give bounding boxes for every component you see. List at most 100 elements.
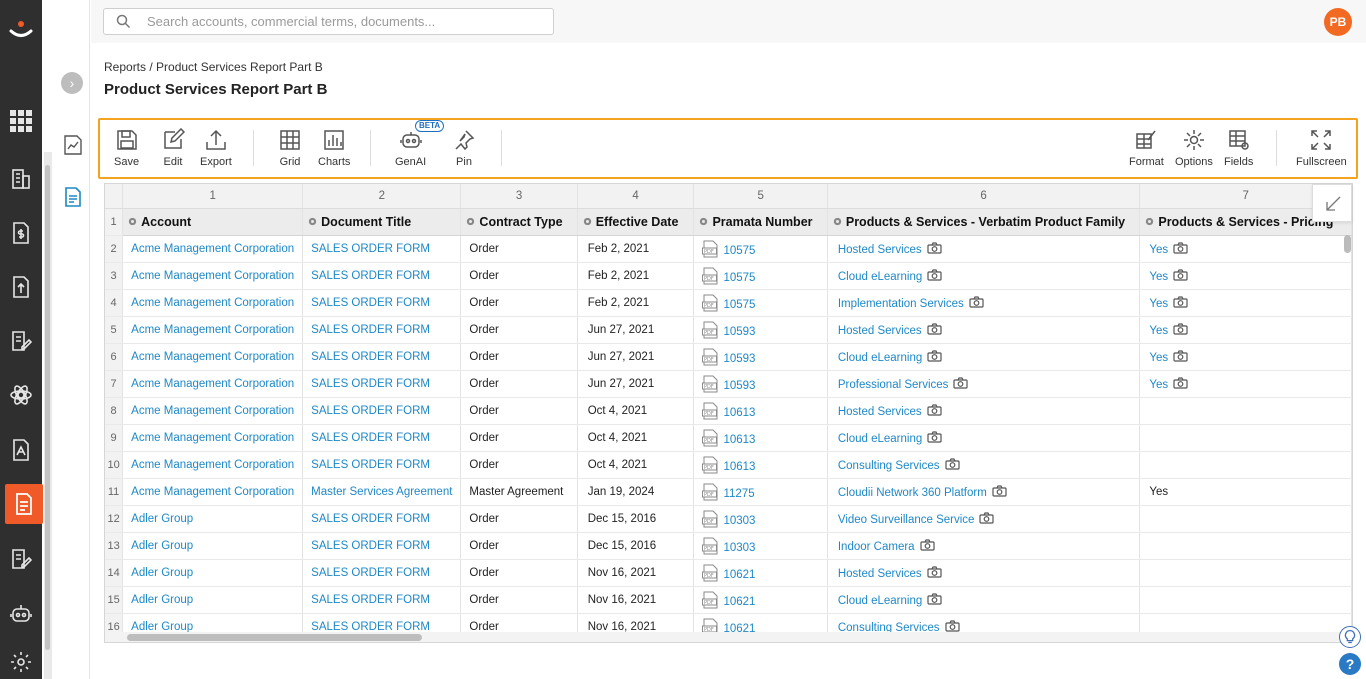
vertical-scrollbar[interactable] [1343,235,1352,635]
pricing-value[interactable]: Yes [1149,298,1168,310]
camera-icon[interactable] [926,403,942,416]
document-title-link[interactable]: SALES ORDER FORM [311,324,430,336]
account-link[interactable]: Acme Management Corporation [131,432,294,444]
table-row[interactable]: 13 Adler Group SALES ORDER FORM Order Dec 15… [105,532,1352,560]
table-row[interactable]: 10 Acme Management Corporation SALES ORDER… [105,451,1352,479]
table-row[interactable]: 11 Acme Management Corporation Master Serv… [105,478,1352,506]
pramata-number-link[interactable]: 10575 [723,299,755,311]
search-box[interactable] [103,8,554,35]
pricing-value[interactable]: Yes [1149,325,1168,337]
pricing-value[interactable]: Yes [1149,244,1168,256]
account-link[interactable]: Acme Management Corporation [131,297,294,309]
pin-button[interactable]: Pin [452,128,476,168]
document-title-link[interactable]: SALES ORDER FORM [311,243,430,255]
grid-button[interactable]: Grid [278,128,302,168]
document-title-link[interactable]: SALES ORDER FORM [311,351,430,363]
format-button[interactable]: Format [1129,128,1164,168]
pdf-icon[interactable]: PDF [702,348,719,366]
product-link[interactable]: Cloud eLearning [838,352,922,364]
document-title-link[interactable]: SALES ORDER FORM [311,540,430,552]
document-title-link[interactable]: SALES ORDER FORM [311,405,430,417]
lightbulb-icon[interactable] [1339,626,1361,648]
camera-icon[interactable] [926,565,942,578]
horizontal-scrollbar[interactable] [105,632,1343,642]
breadcrumb[interactable]: Reports / Product Services Report Part B [104,60,323,74]
account-link[interactable]: Acme Management Corporation [131,270,294,282]
table-row[interactable]: 7 Acme Management Corporation SALES ORDER … [105,370,1352,398]
product-link[interactable]: Video Surveillance Service [838,514,975,526]
column-number[interactable]: 2 [302,184,462,209]
building-icon[interactable] [9,167,33,191]
column-number[interactable]: 5 [693,184,828,209]
pramata-number-link[interactable]: 11275 [723,488,754,500]
product-link[interactable]: Hosted Services [838,568,922,580]
table-row[interactable]: 12 Adler Group SALES ORDER FORM Order Dec 15… [105,505,1352,533]
product-link[interactable]: Hosted Services [838,244,922,256]
product-link[interactable]: Indoor Camera [838,541,915,553]
pricing-value[interactable]: Yes [1149,352,1168,364]
search-input[interactable] [147,12,547,31]
column-number[interactable]: 4 [577,184,695,209]
table-row[interactable]: 2 Acme Management Corporation SALES ORDER … [105,235,1352,263]
pramata-number-link[interactable]: 10303 [723,515,755,527]
report-chart-icon[interactable] [62,134,84,156]
account-link[interactable]: Acme Management Corporation [131,351,294,363]
fullscreen-button[interactable]: Fullscreen [1296,128,1347,168]
account-link[interactable]: Adler Group [131,621,193,633]
table-row[interactable]: 15 Adler Group SALES ORDER FORM Order Nov 16… [105,586,1352,614]
pramata-number-link[interactable]: 10575 [723,245,755,257]
rail-scrollbar-thumb[interactable] [45,165,50,650]
camera-icon[interactable] [1173,322,1188,335]
product-link[interactable]: Cloud eLearning [838,271,922,283]
product-link[interactable]: Implementation Services [838,298,964,310]
gear-icon[interactable] [698,216,709,227]
gear-icon[interactable] [9,650,33,674]
document-title-link[interactable]: SALES ORDER FORM [311,513,430,525]
column-header-contract-type[interactable]: Contract Type [460,208,578,236]
column-header-document-title[interactable]: Document Title [302,208,462,236]
document-title-link[interactable]: SALES ORDER FORM [311,297,430,309]
pdf-document-icon[interactable] [9,438,33,462]
pramata-number-link[interactable]: 10575 [723,272,755,284]
pdf-icon[interactable]: PDF [702,483,719,501]
vertical-scrollbar-thumb[interactable] [1344,235,1351,253]
pramata-number-link[interactable]: 10303 [723,542,755,554]
horizontal-scrollbar-thumb[interactable] [127,634,422,641]
camera-icon[interactable] [1173,295,1188,308]
document-title-link[interactable]: SALES ORDER FORM [311,567,430,579]
camera-icon[interactable] [1173,349,1188,362]
camera-icon[interactable] [927,592,942,605]
table-row[interactable]: 8 Acme Management Corporation SALES ORDER … [105,397,1352,425]
expand-chevron-icon[interactable]: › [61,72,83,94]
options-button[interactable]: Options [1175,128,1213,168]
table-row[interactable]: 5 Acme Management Corporation SALES ORDER … [105,316,1352,344]
column-header-account[interactable]: Account [122,208,304,236]
pramata-number-link[interactable]: 10593 [723,380,755,392]
pramata-number-link[interactable]: 10613 [723,434,755,446]
fields-button[interactable]: Fields [1224,128,1253,168]
camera-icon[interactable] [1173,241,1188,254]
pdf-icon[interactable]: PDF [702,402,719,420]
pramata-number-link[interactable]: 10621 [723,569,755,581]
document-title-link[interactable]: Master Services Agreement [311,486,452,498]
upload-document-icon[interactable] [9,275,33,299]
document-title-link[interactable]: SALES ORDER FORM [311,432,430,444]
camera-icon[interactable] [1173,268,1188,281]
app-logo-icon[interactable] [8,18,34,44]
pdf-icon[interactable]: PDF [702,429,719,447]
table-row[interactable]: 6 Acme Management Corporation SALES ORDER … [105,343,1352,371]
user-avatar[interactable]: PB [1324,8,1352,36]
column-number[interactable]: 1 [122,184,304,209]
pramata-number-link[interactable]: 10613 [723,461,755,473]
account-link[interactable]: Adler Group [131,594,193,606]
settings-atom-icon[interactable] [9,383,33,407]
contract-dollar-icon[interactable] [9,221,33,245]
account-link[interactable]: Acme Management Corporation [131,324,294,336]
gear-icon[interactable] [582,216,593,227]
pdf-icon[interactable]: PDF [702,537,719,555]
account-link[interactable]: Acme Management Corporation [131,243,294,255]
account-link[interactable]: Adler Group [131,513,193,525]
gear-icon[interactable] [307,216,318,227]
document-title-link[interactable]: SALES ORDER FORM [311,270,430,282]
pramata-number-link[interactable]: 10593 [723,353,755,365]
